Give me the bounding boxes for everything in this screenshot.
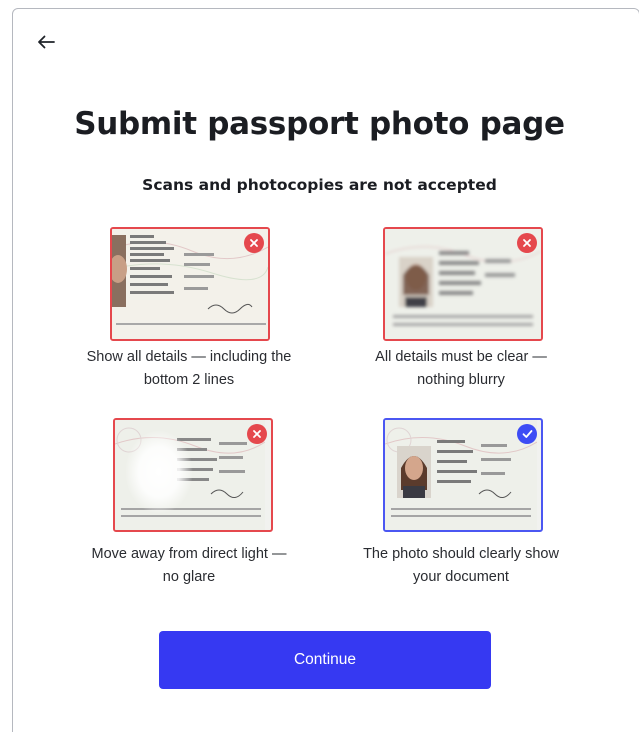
example-caption: Show all details — including the bottom … [44,346,334,392]
arrow-left-icon [38,35,55,49]
example-caption: Move away from direct light — no glare [44,543,334,589]
caption-line: no glare [162,569,216,585]
caption-line: The photo should clearly show [363,546,559,562]
example-caption: The photo should clearly show your docum… [316,543,606,589]
example-card-glare [113,418,273,532]
x-circle-icon [247,424,267,444]
passport-sample-glare [115,420,266,530]
caption-line: bottom 2 lines [143,372,235,388]
caption-line: Move away from direct light — [91,546,287,562]
caption-line: your document [413,569,509,585]
page-title: Submit passport photo page [74,106,565,142]
example-card-blurry [383,227,543,341]
passport-sample-valid [385,420,538,530]
x-circle-icon [244,233,264,253]
x-circle-icon [517,233,537,253]
back-button[interactable] [28,24,64,60]
caption-line: All details must be clear — [375,349,547,365]
example-card-missing-lines [110,227,270,341]
example-caption: All details must be clear — nothing blur… [316,346,606,392]
page-subtitle: Scans and photocopies are not accepted [142,176,497,194]
check-circle-icon [517,424,537,444]
caption-line: Show all details — including the [86,349,292,365]
example-card-valid [383,418,543,532]
continue-button[interactable]: Continue [159,631,491,689]
caption-line: nothing blurry [417,372,505,388]
